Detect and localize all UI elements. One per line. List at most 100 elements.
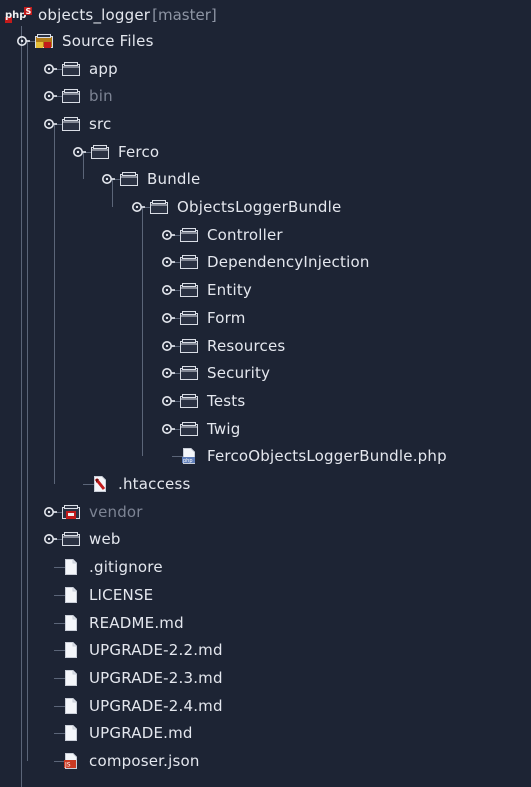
tree-item[interactable]: bin [62,83,113,110]
tree-item-label: Bundle [147,170,201,189]
svg-text:php: php [183,458,193,464]
tree-item[interactable]: php FercoObjectsLoggerBundle.php [180,443,447,470]
tree-item-label: Security [207,364,271,383]
folder-icon [62,61,80,77]
tree-item[interactable]: app [62,55,118,82]
expand-toggle-icon[interactable] [161,366,175,380]
expand-toggle-icon[interactable] [161,422,175,436]
tree-item[interactable]: vendor [62,498,143,525]
tree-guide-vertical [21,26,22,787]
folder-icon [91,144,109,160]
tree-item-label: vendor [89,502,143,521]
folder-icon [62,116,80,132]
expand-toggle-icon[interactable] [161,255,175,269]
project-tree: php S objects_logger [master] Source Fil… [0,0,531,787]
tree-item[interactable]: .htaccess [91,471,191,498]
tree-item[interactable]: Controller [180,221,283,248]
tree-item-label: DependencyInjection [207,253,370,272]
tree-item[interactable]: UPGRADE.md [62,720,193,747]
folder-icon [150,199,168,215]
tree-item-label: .gitignore [89,558,163,577]
expand-toggle-icon[interactable] [43,532,57,546]
tree-item-label: Tests [207,391,246,410]
tree-item[interactable]: UPGRADE-2.3.md [62,664,223,691]
tree-item[interactable]: ObjectsLoggerBundle [150,194,341,221]
tree-item[interactable]: src [62,110,112,137]
tree-item-label: FercoObjectsLoggerBundle.php [207,447,447,466]
tree-item[interactable]: Tests [180,387,245,414]
tree-item[interactable]: web [62,526,121,553]
tree-item-label: UPGRADE.md [89,724,193,743]
folder-icon [180,254,198,270]
expand-toggle-icon[interactable] [161,394,175,408]
tree-item[interactable]: Twig [180,415,240,442]
tree-item[interactable]: Security [180,360,270,387]
folder-icon [180,393,198,409]
tree-item-label: app [89,59,118,78]
folder-icon [180,421,198,437]
tree-item[interactable]: Bundle [120,166,200,193]
file-icon [62,559,80,576]
expand-toggle-icon[interactable] [161,339,175,353]
tree-item-label: UPGRADE-2.4.md [89,696,223,715]
vendor-folder-icon [62,504,80,520]
tree-item[interactable]: Form [180,304,246,331]
php-file-icon: php [180,448,198,465]
tree-item-label: README.md [89,613,184,632]
svg-text:php: php [5,10,26,21]
tree-item[interactable]: README.md [62,609,184,636]
tree-item[interactable]: .gitignore [62,554,163,581]
tree-item-label: ObjectsLoggerBundle [177,198,342,217]
tree-item[interactable]: UPGRADE-2.2.md [62,637,223,664]
expand-toggle-icon[interactable] [161,228,175,242]
tree-item-label: web [89,530,121,549]
tree-item[interactable]: Ferco [91,138,159,165]
tree-item[interactable]: JS composer.json [62,748,200,775]
svg-text:S: S [26,7,32,16]
folder-icon [62,531,80,547]
expand-toggle-icon[interactable] [43,89,57,103]
tree-guide-vertical [27,40,28,762]
expand-toggle-icon[interactable] [161,283,175,297]
tree-item-label: Controller [207,225,283,244]
tree-item[interactable]: Source Files [35,27,154,54]
expand-toggle-icon[interactable] [101,172,115,186]
folder-icon [62,88,80,104]
tree-item-label: UPGRADE-2.2.md [89,641,223,660]
tree-item[interactable]: Entity [180,277,252,304]
tree-guide-vertical [54,123,55,485]
tree-item[interactable]: Resources [180,332,285,359]
tree-item-label: src [89,114,112,133]
expand-toggle-icon[interactable] [43,117,57,131]
tree-item[interactable]: DependencyInjection [180,249,370,276]
tree-item[interactable]: LICENSE [62,581,153,608]
folder-icon [120,171,138,187]
file-icon [62,697,80,714]
tree-item[interactable]: UPGRADE-2.4.md [62,692,223,719]
tree-item-label: bin [89,87,113,106]
tree-item-label: Resources [207,336,286,355]
svg-text:JS: JS [64,762,71,769]
folder-icon [180,310,198,326]
expand-toggle-icon[interactable] [72,145,86,159]
tree-item-label: UPGRADE-2.3.md [89,668,223,687]
tree-item-label: .htaccess [118,475,191,494]
tree-item-label: Form [207,308,246,327]
expand-toggle-icon[interactable] [161,311,175,325]
folder-icon [180,227,198,243]
expand-toggle-icon[interactable] [43,505,57,519]
file-icon [62,669,80,686]
json-file-icon: JS [62,753,80,770]
folder-icon [180,365,198,381]
source-folder-icon [35,33,53,49]
tree-item-label: LICENSE [89,585,154,604]
expand-toggle-icon[interactable] [131,200,145,214]
expand-toggle-icon[interactable] [16,34,30,48]
git-branch-label: [master] [152,6,217,24]
file-icon [62,725,80,742]
file-icon [62,614,80,631]
htaccess-file-icon [91,476,109,493]
project-root-row[interactable]: php S objects_logger [master] [4,2,217,28]
tree-item-label: Twig [207,419,241,438]
expand-toggle-icon[interactable] [43,62,57,76]
